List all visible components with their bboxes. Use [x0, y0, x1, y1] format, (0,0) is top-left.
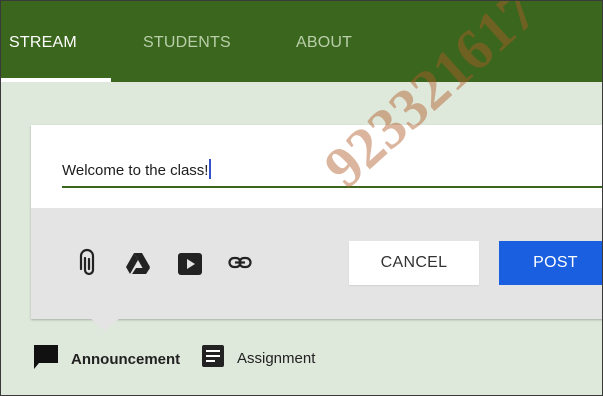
cancel-button[interactable]: CANCEL — [349, 241, 479, 285]
announcement-text: Welcome to the class! — [62, 162, 209, 179]
announcement-text-input[interactable]: Welcome to the class! — [62, 159, 212, 179]
composer-pointer-notch — [89, 317, 121, 331]
active-tab-indicator — [1, 78, 111, 82]
google-drive-icon[interactable] — [125, 252, 151, 281]
class-header-bar: STREAM STUDENTS ABOUT — [1, 1, 602, 82]
assignment-label: Assignment — [237, 350, 316, 367]
tab-stream[interactable]: STREAM — [9, 34, 77, 52]
announcement-type-option[interactable]: Announcement — [33, 344, 180, 375]
composer-input-area[interactable]: Welcome to the class! — [31, 125, 602, 208]
assignment-icon — [201, 344, 225, 373]
youtube-icon[interactable] — [177, 252, 203, 281]
paperclip-icon[interactable] — [79, 248, 99, 283]
announcement-label: Announcement — [71, 351, 181, 368]
text-caret — [209, 159, 212, 179]
app-frame: STREAM STUDENTS ABOUT Welcome to the cla… — [0, 0, 603, 396]
tab-students[interactable]: STUDENTS — [143, 34, 231, 52]
post-button[interactable]: POST — [499, 241, 602, 285]
assignment-type-option[interactable]: Assignment — [201, 344, 315, 373]
input-underline — [62, 186, 602, 188]
link-icon[interactable] — [228, 256, 252, 275]
tab-about[interactable]: ABOUT — [296, 34, 352, 52]
post-composer-card: Welcome to the class! CANCEL POST — [31, 125, 602, 319]
announcement-icon — [33, 344, 59, 375]
